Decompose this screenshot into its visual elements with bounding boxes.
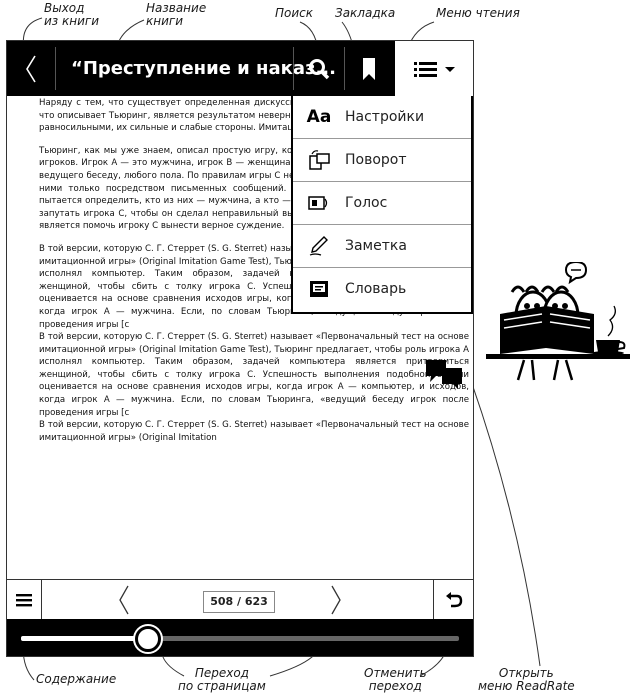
exit-button[interactable] — [7, 41, 55, 96]
dictionary-icon — [310, 281, 328, 297]
menu-lines-icon — [414, 61, 455, 77]
paragraph: В той версии, которую С. Г. Стеррет (S. … — [39, 420, 469, 443]
search-button[interactable] — [294, 41, 344, 96]
annotation-undo: Отменить переход — [364, 666, 427, 693]
menu-item-voice[interactable]: Голос — [293, 182, 471, 225]
device-screen: “Преступление и наказ... Наряду с тем, ч… — [6, 40, 474, 657]
progress-slider-knob[interactable] — [135, 626, 162, 652]
page-indicator[interactable]: 508 / 623 — [203, 591, 275, 613]
annotation-exit: Выход из книги — [44, 1, 99, 28]
annotation-contents: Содержание — [36, 672, 117, 686]
menu-item-settings[interactable]: Aa Настройки — [293, 96, 471, 139]
progress-track-remaining[interactable] — [148, 636, 459, 641]
back-chevron-icon — [26, 55, 36, 82]
annotation-reading-menu: Меню чтения — [436, 6, 520, 20]
search-icon — [309, 58, 330, 79]
font-settings-icon: Aa — [306, 107, 332, 127]
annotation-readrate: Открыть меню ReadRate — [478, 666, 575, 693]
readrate-button[interactable] — [420, 350, 468, 390]
readrate-chat-icon — [426, 360, 462, 389]
menu-item-rotate[interactable]: Поворот — [293, 139, 471, 182]
reading-menu-button[interactable] — [395, 41, 473, 96]
pencil-icon — [309, 236, 328, 256]
dropdown-arrow-icon — [445, 66, 455, 72]
chevron-left-icon — [119, 585, 129, 615]
chevron-right-icon — [331, 585, 341, 615]
voice-icon — [308, 196, 328, 210]
next-page-button[interactable] — [329, 583, 359, 617]
progress-track-filled — [21, 636, 149, 641]
bottom-toolbar: 508 / 623 — [7, 579, 473, 620]
contents-list-icon — [16, 594, 32, 607]
page-slider-bar — [7, 619, 473, 656]
annotation-search: Поиск — [275, 6, 314, 20]
annotation-bookmark: Закладка — [335, 6, 396, 20]
annotation-page-nav: Переход по страницам — [178, 666, 266, 693]
rotate-icon — [309, 150, 330, 170]
top-toolbar: “Преступление и наказ... — [7, 41, 473, 96]
bookmark-button[interactable] — [345, 41, 393, 96]
undo-button[interactable] — [434, 580, 473, 620]
prev-page-button[interactable] — [117, 583, 147, 617]
bookmark-icon — [363, 57, 375, 80]
contents-button[interactable] — [7, 580, 41, 620]
paragraph: В той версии, которую С. Г. Стеррет (S. … — [39, 332, 469, 418]
annotation-title: Название книги — [146, 1, 207, 28]
undo-arrow-icon — [445, 592, 462, 608]
